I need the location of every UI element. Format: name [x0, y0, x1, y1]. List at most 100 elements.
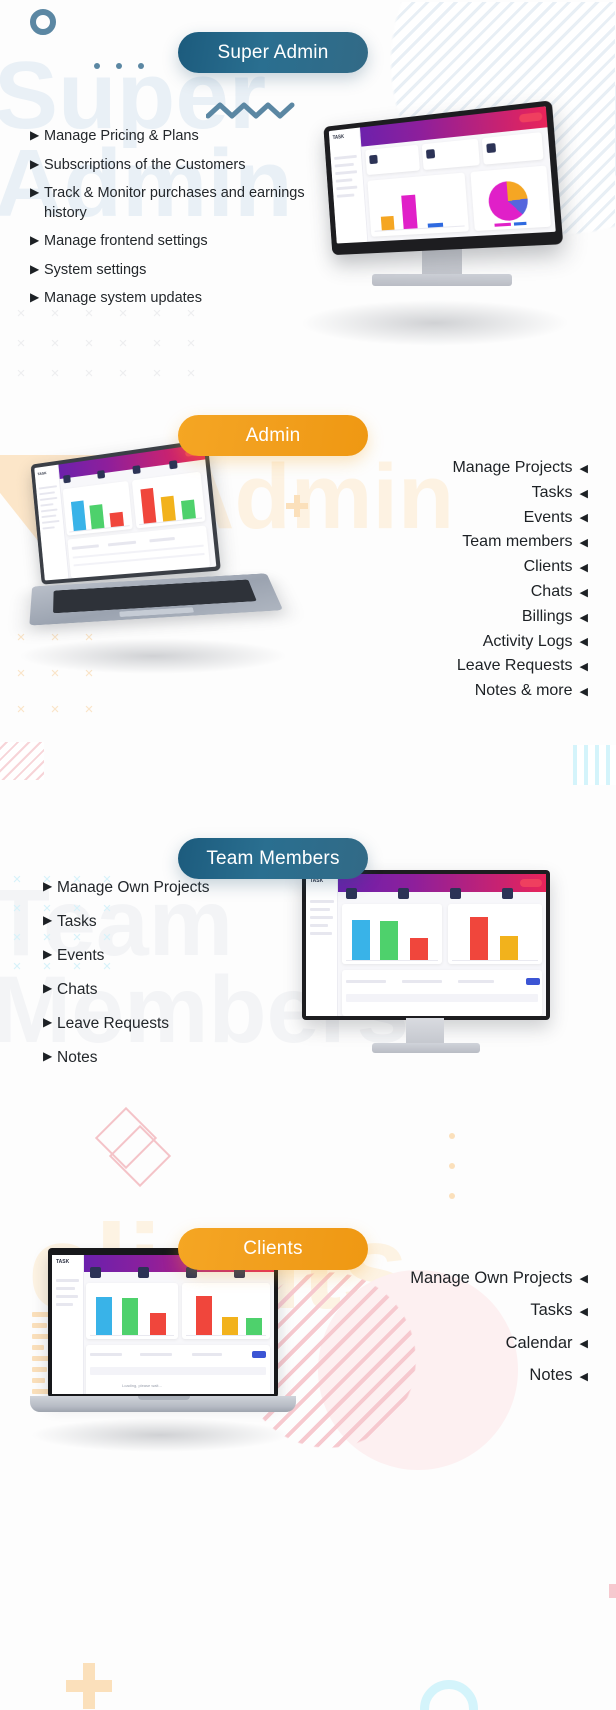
bullet-triangle-icon: ▶	[30, 156, 40, 171]
list-item-label: System settings	[44, 261, 147, 278]
super-admin-feature-list: ▶ Manage Pricing & Plans ▶ Subscriptions…	[30, 127, 320, 318]
list-item-label: Manage Pricing & Plans	[44, 128, 199, 144]
list-item-label: Activity Logs	[482, 632, 573, 650]
imac-mockup-super-admin: TASK	[310, 100, 564, 310]
list-item: Tasks ◀	[328, 1300, 588, 1321]
bullet-triangle-icon: ▶	[30, 290, 40, 305]
monitor-mockup-team-members: TASK	[300, 868, 550, 1068]
arrow-left-icon: ◀	[579, 686, 588, 699]
monitor-bezel: TASK	[323, 100, 564, 256]
list-item-label: Tasks	[57, 912, 97, 930]
x-grid-decor-1: × × × × × × × × × × × × × × × × × ×	[16, 305, 196, 382]
loading-status-text: Loading, please wait...	[122, 1383, 162, 1388]
list-item-label: Team members	[462, 533, 573, 551]
badge-team-members[interactable]: Team Members	[178, 838, 368, 879]
arrow-left-icon: ◀	[579, 1338, 588, 1351]
laptop-mockup-admin: TASK	[12, 439, 292, 652]
list-item: ▶ Manage frontend settings	[30, 232, 320, 252]
diagonal-stripes-icon-left	[0, 742, 44, 780]
list-item: ▶ Events	[43, 946, 283, 967]
list-item-label: Tasks	[530, 1301, 573, 1320]
ring-icon	[30, 9, 56, 35]
arrow-left-icon: ◀	[579, 611, 588, 624]
arrow-left-icon: ◀	[579, 1370, 588, 1383]
bullet-triangle-icon: ▶	[43, 912, 53, 927]
list-item-label: Manage frontend settings	[44, 233, 208, 250]
list-item: ▶ Manage Pricing & Plans	[30, 127, 320, 147]
arrow-left-icon: ◀	[579, 562, 588, 575]
vertical-bars-decor	[573, 745, 616, 785]
arrow-left-icon: ◀	[579, 1305, 588, 1318]
list-item: Leave Requests ◀	[308, 656, 588, 677]
list-item: Chats ◀	[308, 582, 588, 603]
bullet-triangle-icon: ▶	[43, 980, 53, 995]
list-item-label: Billings	[521, 607, 573, 625]
arrow-left-icon: ◀	[579, 462, 588, 475]
list-item: Tasks ◀	[308, 483, 588, 504]
list-item: Manage Projects ◀	[308, 458, 588, 479]
clients-feature-list: Manage Own Projects ◀ Tasks ◀ Calendar ◀…	[328, 1268, 588, 1398]
list-item-label: Leave Requests	[57, 1014, 170, 1032]
list-item: ▶ Track & Monitor purchases and earnings…	[30, 184, 320, 223]
list-item: Billings ◀	[308, 607, 588, 628]
arrow-left-icon: ◀	[579, 487, 588, 500]
list-item: ▶ Chats	[43, 980, 283, 1001]
list-item: Notes & more ◀	[308, 681, 588, 702]
arrow-left-icon: ◀	[579, 661, 588, 674]
dashboard-screenshot: TASK	[306, 874, 546, 1016]
list-item-label: Notes	[57, 1048, 98, 1066]
plus-icon-bottom	[66, 1663, 112, 1709]
badge-clients[interactable]: Clients	[178, 1228, 368, 1270]
badge-admin[interactable]: Admin	[178, 415, 368, 456]
list-item-label: Manage Own Projects	[410, 1269, 573, 1287]
monitor-bezel: TASK	[302, 870, 550, 1020]
list-item-label: Tasks	[531, 483, 573, 501]
list-item-label: Events	[57, 946, 105, 964]
bullet-triangle-icon: ▶	[30, 128, 40, 142]
chart-bar	[401, 194, 418, 230]
badge-super-admin[interactable]: Super Admin	[178, 32, 368, 73]
infographic-page: Super Admin × × × × × × × × × × × × × × × × × × Admin ×…	[0, 0, 616, 1710]
list-item: ▶ Tasks	[43, 912, 283, 933]
bullet-triangle-icon: ▶	[43, 1048, 53, 1063]
list-item: Manage Own Projects ◀	[328, 1268, 588, 1289]
zigzag-icon	[206, 102, 295, 119]
list-item-label: Notes & more	[474, 682, 573, 700]
bullet-triangle-icon: ▶	[30, 185, 40, 200]
badge-team-members-label: Team Members	[206, 847, 340, 869]
dashboard-screenshot: TASK	[34, 443, 217, 581]
pink-square-decor	[609, 1584, 616, 1598]
dashboard-screenshot: TASK	[328, 106, 556, 244]
laptop-mockup-clients: TASK Loading, please wait...	[26, 1244, 306, 1444]
list-item-label: Leave Requests	[456, 657, 573, 675]
bullet-triangle-icon: ▶	[43, 1014, 53, 1029]
chart-bar	[380, 215, 395, 231]
list-item: ▶ Manage Own Projects	[43, 878, 283, 899]
list-item-label: Subscriptions of the Customers	[44, 156, 246, 173]
arrow-left-icon: ◀	[579, 636, 588, 649]
list-item-label: Calendar	[505, 1333, 573, 1352]
list-item-label: Manage Projects	[452, 459, 573, 476]
arrow-left-icon: ◀	[579, 1273, 588, 1286]
list-item: Calendar ◀	[328, 1333, 588, 1354]
list-item: ▶ Subscriptions of the Customers	[30, 156, 320, 176]
list-item-label: Track & Monitor purchases and earnings h…	[44, 185, 305, 221]
list-item: Notes ◀	[328, 1365, 588, 1386]
list-item: Team members ◀	[308, 532, 588, 553]
badge-super-admin-label: Super Admin	[217, 41, 329, 63]
ring-icon-bottom	[420, 1680, 478, 1710]
badge-admin-label: Admin	[245, 424, 301, 446]
team-members-feature-list: ▶ Manage Own Projects ▶ Tasks ▶ Events ▶…	[43, 878, 283, 1082]
app-logo: TASK	[56, 1259, 70, 1265]
list-item: ▶ Leave Requests	[43, 1014, 283, 1035]
list-item: ▶ Notes	[43, 1048, 283, 1069]
list-item-label: Manage system updates	[44, 290, 202, 307]
list-item: ▶ System settings	[30, 261, 320, 281]
bullet-triangle-icon: ▶	[30, 261, 40, 276]
list-item: ▶ Manage system updates	[30, 289, 320, 309]
bullet-triangle-icon: ▶	[30, 233, 40, 248]
list-item: Activity Logs ◀	[308, 632, 588, 653]
laptop-lid: TASK	[48, 1248, 278, 1398]
bullet-triangle-icon: ▶	[43, 946, 53, 961]
list-item: Clients ◀	[308, 557, 588, 578]
